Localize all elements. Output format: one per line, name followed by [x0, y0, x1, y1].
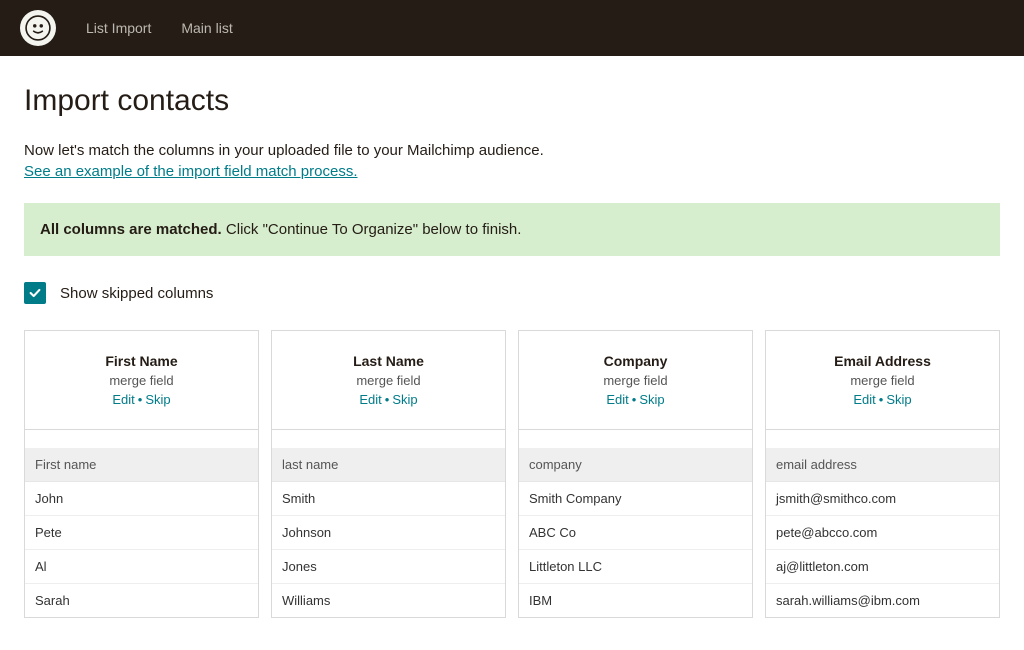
- data-cell: Smith: [272, 482, 505, 516]
- nav-main-list[interactable]: Main list: [181, 20, 232, 36]
- column-header: First Name merge field Edit •Skip: [25, 331, 258, 430]
- import-column: Company merge field Edit •Skip companySmith …: [518, 330, 753, 618]
- source-column-header: email address: [766, 448, 999, 482]
- column-header: Company merge field Edit •Skip: [519, 331, 752, 430]
- import-column: Email Address merge field Edit •Skip email a…: [765, 330, 1000, 618]
- show-skipped-label: Show skipped columns: [60, 285, 213, 302]
- data-cell: pete@abcco.com: [766, 516, 999, 550]
- column-title: Last Name: [280, 353, 497, 369]
- data-cell: IBM: [519, 584, 752, 617]
- column-subtitle: merge field: [280, 373, 497, 388]
- data-cell: jsmith@smithco.com: [766, 482, 999, 516]
- skip-link[interactable]: Skip: [886, 392, 911, 407]
- banner-bold: All columns are matched.: [40, 221, 222, 238]
- column-subtitle: merge field: [33, 373, 250, 388]
- edit-link[interactable]: Edit: [359, 392, 381, 407]
- data-cell: Pete: [25, 516, 258, 550]
- instruction-text: Now let's match the columns in your uplo…: [24, 142, 1000, 159]
- column-subtitle: merge field: [774, 373, 991, 388]
- data-cell: Jones: [272, 550, 505, 584]
- column-subtitle: merge field: [527, 373, 744, 388]
- data-cell: aj@littleton.com: [766, 550, 999, 584]
- edit-link[interactable]: Edit: [606, 392, 628, 407]
- data-cell: Smith Company: [519, 482, 752, 516]
- columns-container: First Namemerge fieldEdit•SkipFirst name…: [24, 330, 1000, 618]
- import-column: Last Name merge field Edit •Skip last nameSm…: [271, 330, 506, 618]
- edit-link[interactable]: Edit: [112, 392, 134, 407]
- column-actions: Edit •Skip: [527, 392, 744, 407]
- data-cell: John: [25, 482, 258, 516]
- top-nav: List Import Main list: [0, 0, 1024, 56]
- column-header: Email Address merge field Edit •Skip: [766, 331, 999, 430]
- column-header: Last Name merge field Edit •Skip: [272, 331, 505, 430]
- skip-link[interactable]: Skip: [639, 392, 664, 407]
- show-skipped-checkbox[interactable]: [24, 282, 46, 304]
- data-cell: Littleton LLC: [519, 550, 752, 584]
- data-cell: sarah.williams@ibm.com: [766, 584, 999, 617]
- data-cell: Al: [25, 550, 258, 584]
- column-actions: Edit •Skip: [280, 392, 497, 407]
- separator-dot: •: [138, 392, 143, 407]
- example-link[interactable]: See an example of the import field match…: [24, 163, 358, 180]
- edit-link[interactable]: Edit: [853, 392, 875, 407]
- column-actions: Edit •Skip: [33, 392, 250, 407]
- skip-link[interactable]: Skip: [145, 392, 170, 407]
- column-title: Company: [527, 353, 744, 369]
- separator-dot: •: [385, 392, 390, 407]
- banner-rest: Click "Continue To Organize" below to fi…: [222, 221, 522, 238]
- source-column-header: last name: [272, 448, 505, 482]
- source-column-header: First name: [25, 448, 258, 482]
- import-column: First Name merge field Edit •Skip First name…: [24, 330, 259, 618]
- skip-link[interactable]: Skip: [392, 392, 417, 407]
- data-cell: Williams: [272, 584, 505, 617]
- checkmark-icon: [28, 286, 42, 300]
- monkey-icon: [25, 15, 51, 41]
- show-skipped-row: Show skipped columns: [24, 282, 1000, 304]
- column-title: First Name: [33, 353, 250, 369]
- main-content: Import contacts Now let's match the colu…: [0, 56, 1024, 642]
- data-cell: Johnson: [272, 516, 505, 550]
- column-actions: Edit •Skip: [774, 392, 991, 407]
- source-column-header: company: [519, 448, 752, 482]
- separator-dot: •: [879, 392, 884, 407]
- data-cell: Sarah: [25, 584, 258, 617]
- nav-list-import[interactable]: List Import: [86, 20, 151, 36]
- column-title: Email Address: [774, 353, 991, 369]
- page-title: Import contacts: [24, 84, 1000, 118]
- separator-dot: •: [632, 392, 637, 407]
- mailchimp-logo[interactable]: [20, 10, 56, 46]
- data-cell: ABC Co: [519, 516, 752, 550]
- success-banner: All columns are matched. Click "Continue…: [24, 203, 1000, 256]
